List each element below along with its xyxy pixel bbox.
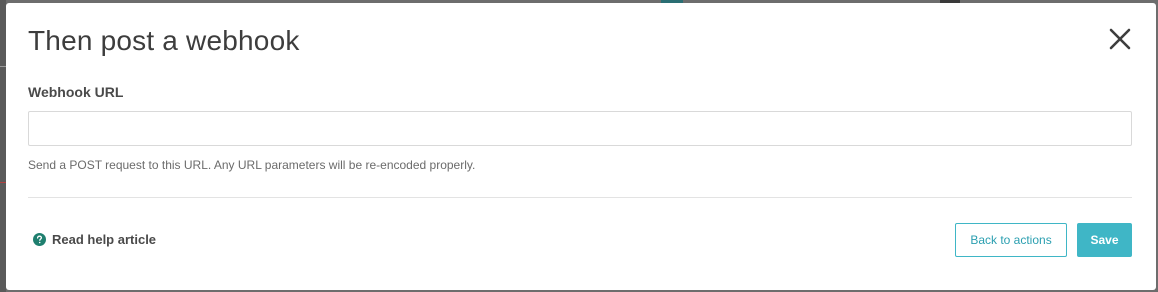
webhook-url-input[interactable] xyxy=(28,111,1132,146)
close-button[interactable] xyxy=(1106,25,1134,53)
webhook-url-label: Webhook URL xyxy=(28,84,124,100)
close-icon xyxy=(1109,28,1131,50)
question-circle-icon xyxy=(33,233,46,246)
webhook-url-help-text: Send a POST request to this URL. Any URL… xyxy=(28,158,476,172)
webhook-modal: Then post a webhook Webhook URL Send a P… xyxy=(6,3,1156,290)
modal-title: Then post a webhook xyxy=(28,25,300,56)
read-help-article-link[interactable]: Read help article xyxy=(33,232,156,247)
save-button[interactable]: Save xyxy=(1077,223,1132,257)
footer-divider xyxy=(28,197,1132,198)
back-to-actions-button[interactable]: Back to actions xyxy=(955,223,1067,257)
help-link-label: Read help article xyxy=(52,232,157,247)
